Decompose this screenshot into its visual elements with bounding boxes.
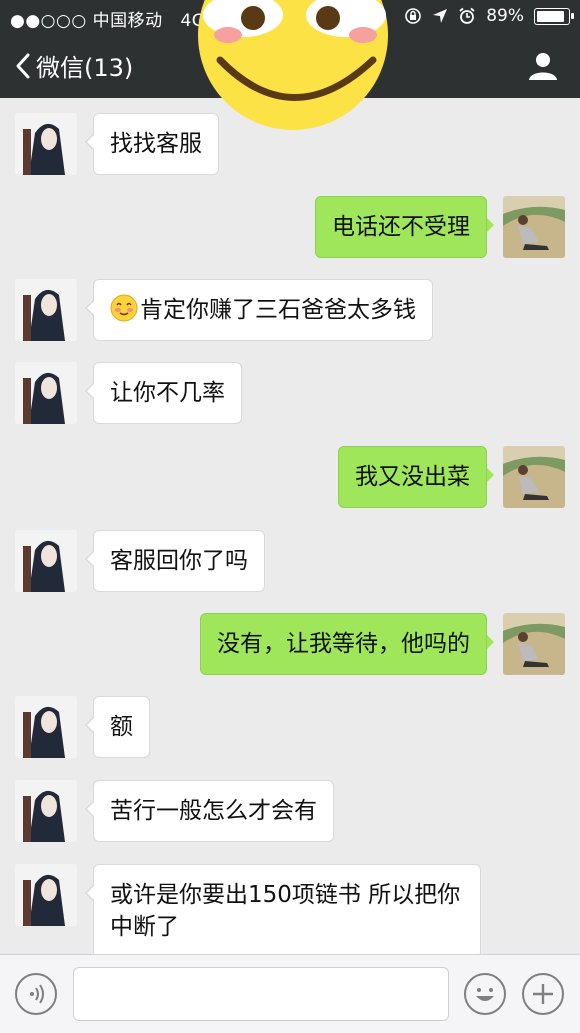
chevron-left-icon [16,53,30,78]
lock-rotation-icon [405,8,422,24]
plus-icon [533,984,553,1004]
carrier-label: ●●○○○ 中国移动 [10,11,163,31]
outgoing-bubble[interactable]: 电话还不受理 [315,196,494,258]
message-text: 肯定你赚了三石爸爸太多钱 [140,297,416,323]
contact-avatar[interactable] [15,279,77,341]
location-arrow-icon [433,9,448,23]
contact-avatar[interactable] [15,864,77,926]
voice-icon [30,984,44,1004]
message-input[interactable] [73,967,449,1021]
contact-avatar[interactable] [15,530,77,592]
back-button[interactable]: 微信(13) [14,48,133,83]
contact-avatar[interactable] [15,780,77,842]
blushing-face-icon [110,294,138,322]
voice-toggle-button[interactable] [15,973,57,1015]
smiley-icon [476,988,494,1001]
incoming-bubble[interactable]: 客服回你了吗 [85,530,265,592]
outgoing-bubble[interactable]: 我又没出菜 [338,446,494,508]
contact-avatar[interactable] [15,696,77,758]
battery-icon [534,7,574,25]
incoming-bubble[interactable]: 找找客服 [85,113,219,175]
input-bar [0,954,580,1033]
incoming-bubble[interactable]: 肯定你赚了三石爸爸太多钱 [85,279,433,341]
incoming-bubble[interactable]: 苦行一般怎么才会有 [85,780,334,842]
user-avatar[interactable] [503,446,565,508]
contact-avatar[interactable] [15,113,77,175]
outgoing-bubble[interactable]: 没有，让我等待，他吗的 [200,613,494,675]
person-icon[interactable] [526,49,560,83]
alarm-icon [459,7,475,24]
incoming-bubble[interactable]: 额 [85,696,150,758]
more-options-button[interactable] [522,973,564,1015]
contact-avatar[interactable] [15,362,77,424]
back-label: 微信(13) [36,54,134,82]
emoji-button[interactable] [464,973,506,1015]
chat-area[interactable]: 找找客服 电话还不受理 肯定你赚了三石爸爸太多钱 让你不几率 我又没出菜 客服回… [0,98,580,954]
incoming-bubble[interactable]: 或许是你要出150项链书 所以把你中断了 [85,864,481,954]
user-avatar[interactable] [503,196,565,258]
incoming-bubble[interactable]: 让你不几率 [85,362,242,424]
user-avatar[interactable] [503,613,565,675]
battery-percent: 89% [486,6,524,26]
